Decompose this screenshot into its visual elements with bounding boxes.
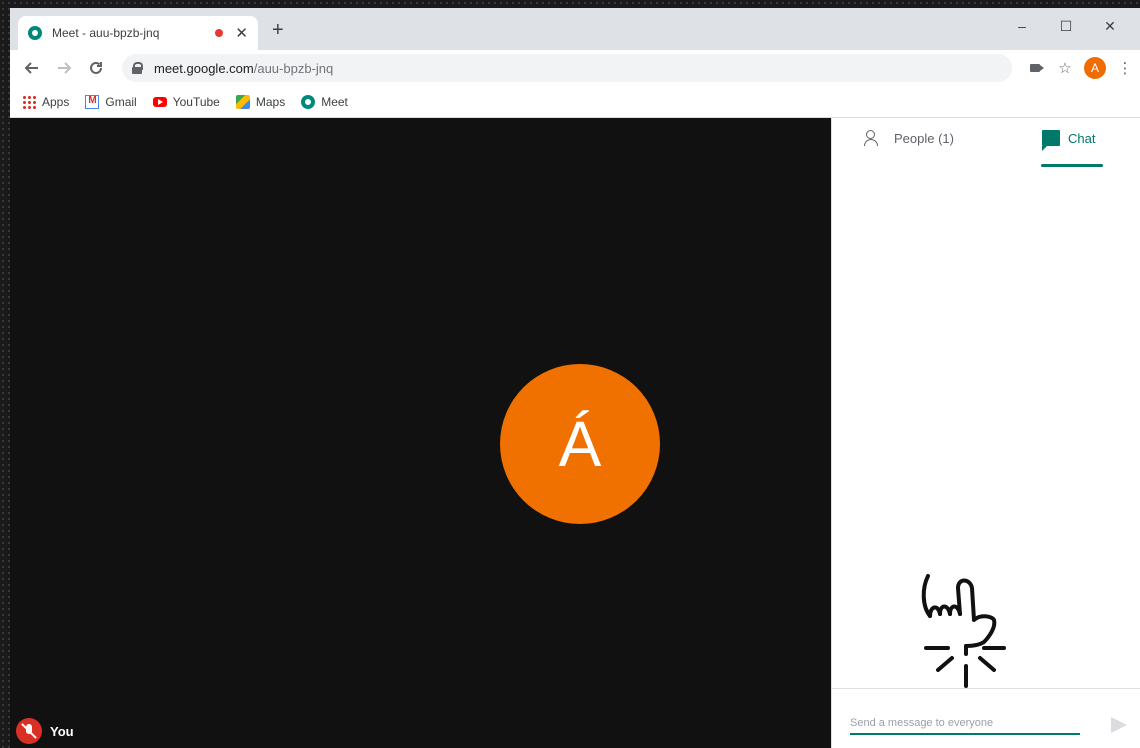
mic-off-icon[interactable] <box>16 718 42 744</box>
bookmark-label: Meet <box>321 94 348 109</box>
gmail-icon <box>85 94 100 109</box>
meet-icon <box>301 94 316 109</box>
tab-title: Meet - auu-bpzb-jnq <box>52 26 160 40</box>
address-bar[interactable]: meet.google.com/auu-bpzb-jnq <box>122 54 1012 82</box>
bookmarks-bar: Apps Gmail YouTube Maps Meet <box>10 86 1140 118</box>
chat-compose <box>832 688 1140 748</box>
browser-toolbar: meet.google.com/auu-bpzb-jnq ☆ A ⋮ <box>10 50 1140 86</box>
bookmark-label: Maps <box>255 94 286 109</box>
window-controls: – ☐ ✕ <box>1000 12 1132 40</box>
tab-chat-label: Chat <box>1068 130 1096 146</box>
tab-close-icon[interactable]: ✕ <box>235 26 248 41</box>
send-icon[interactable] <box>1111 717 1127 733</box>
reload-icon <box>90 61 102 74</box>
chat-bubble-icon <box>1042 130 1060 151</box>
browser-window: Meet - auu-bpzb-jnq ✕ + – ☐ ✕ meet.googl… <box>10 8 1140 748</box>
forward-arrow-icon <box>58 62 72 74</box>
maximize-button[interactable]: ☐ <box>1044 12 1088 40</box>
people-icon <box>864 130 886 146</box>
back-button[interactable] <box>20 56 44 80</box>
active-tab-indicator <box>1041 164 1103 167</box>
apps-grid-icon <box>22 94 36 109</box>
url-host: meet.google.com <box>154 60 254 76</box>
bookmark-maps[interactable]: Maps <box>235 94 286 109</box>
meet-favicon-icon <box>28 26 42 40</box>
back-arrow-icon <box>24 62 38 74</box>
bookmark-gmail[interactable]: Gmail <box>85 94 137 109</box>
tap-hand-icon <box>921 574 1006 688</box>
url-path: /auu-bpzb-jnq <box>253 60 334 76</box>
minimize-button[interactable]: – <box>1000 12 1044 40</box>
bookmark-label: Apps <box>42 94 70 109</box>
chat-message-input[interactable] <box>850 717 1080 735</box>
tab-strip: Meet - auu-bpzb-jnq ✕ + – ☐ ✕ <box>10 8 1140 50</box>
profile-button[interactable]: A <box>1080 56 1110 80</box>
bookmark-youtube[interactable]: YouTube <box>152 94 220 109</box>
tab-meet[interactable]: Meet - auu-bpzb-jnq ✕ <box>18 16 258 50</box>
participant-avatar: Á <box>500 364 660 524</box>
self-name: You <box>50 723 74 739</box>
reload-button[interactable] <box>84 56 108 80</box>
star-icon: ☆ <box>1058 60 1072 77</box>
recording-indicator-icon <box>215 29 224 37</box>
maps-icon <box>235 94 250 109</box>
youtube-icon <box>152 96 167 107</box>
profile-avatar: A <box>1084 57 1106 79</box>
bookmark-meet[interactable]: Meet <box>301 94 348 109</box>
camera-icon <box>1030 64 1044 72</box>
bookmark-label: YouTube <box>172 94 220 109</box>
self-tile-label: You <box>16 718 74 744</box>
bookmark-apps[interactable]: Apps <box>22 94 70 109</box>
bookmark-star-button[interactable]: ☆ <box>1050 56 1080 80</box>
toolbar-actions: ☆ A ⋮ <box>1020 56 1140 80</box>
camera-in-use-button[interactable] <box>1020 56 1050 80</box>
forward-button[interactable] <box>52 56 76 80</box>
side-panel: People (1) Chat <box>831 118 1140 748</box>
menu-button[interactable]: ⋮ <box>1110 56 1140 80</box>
tab-people[interactable]: People (1) <box>864 130 954 146</box>
new-tab-button[interactable]: + <box>272 20 284 40</box>
panel-tabs: People (1) Chat <box>832 118 1140 168</box>
bookmark-label: Gmail <box>105 94 137 109</box>
tab-people-label: People (1) <box>894 130 954 146</box>
video-stage: Á You <box>10 118 831 748</box>
tab-chat[interactable]: Chat <box>1042 130 1096 151</box>
close-window-button[interactable]: ✕ <box>1088 12 1132 40</box>
kebab-menu-icon: ⋮ <box>1117 60 1133 77</box>
lock-icon <box>132 62 143 74</box>
